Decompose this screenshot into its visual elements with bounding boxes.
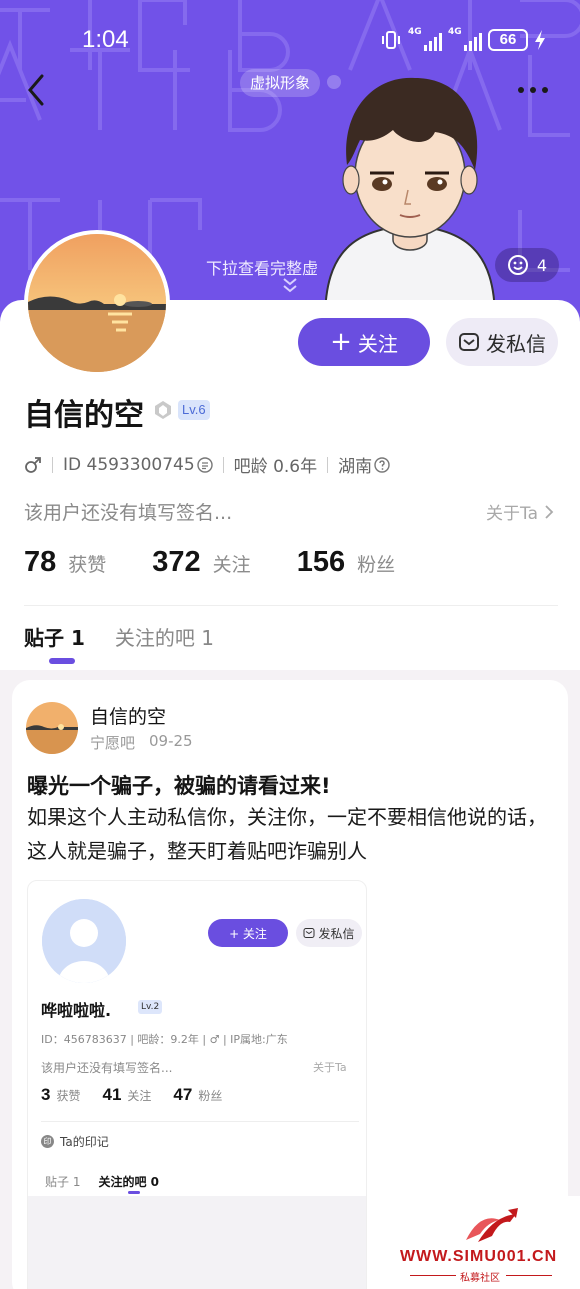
virtual-avatar-character[interactable] <box>315 70 505 320</box>
embed-signature: 该用户还没有填写签名... <box>41 1061 173 1075</box>
pull-hint: 下拉查看完整虚 <box>206 259 319 278</box>
default-avatar-icon <box>42 899 126 983</box>
follow-button[interactable]: + 关注 <box>298 318 430 366</box>
charging-icon <box>535 30 545 50</box>
post-author[interactable]: 自信的空 <box>90 702 166 729</box>
sunset-avatar-image <box>28 234 166 372</box>
mood-chip[interactable]: 4 <box>495 248 559 282</box>
signature-text: 该用户还没有填写签名... <box>24 502 233 524</box>
watermark-logo-icon <box>466 1208 518 1242</box>
embed-marks: 印 Ta的印记 <box>41 1133 109 1150</box>
profile-screen: 虚拟形象 下拉查看完整虚 4 1:04 4G 4G 66 + 关注 发私信 自信… <box>0 0 580 1289</box>
status-bar: 1:04 4G 4G 66 <box>0 0 580 78</box>
watermark-url: WWW.SIMU001.CN <box>400 1248 558 1265</box>
user-id: ID 4593300745 <box>63 454 195 475</box>
embed-meta: ID：456783637 | 吧龄：9.2年 | ♂ | IP属地:广东 <box>41 1033 288 1046</box>
help-icon[interactable] <box>374 456 390 473</box>
tab-indicator <box>49 658 75 664</box>
more-icon[interactable] <box>516 80 550 100</box>
embed-follow-button: + 关注 <box>208 919 288 947</box>
copy-icon[interactable] <box>196 456 213 473</box>
stat-followers[interactable]: 156 粉丝 <box>297 546 395 579</box>
stat-following[interactable]: 372 关注 <box>152 546 250 579</box>
back-icon[interactable] <box>20 70 54 110</box>
profile-tabs: 贴子 1 关注的吧 1 <box>24 622 214 651</box>
signal-icon-1: 4G <box>408 27 442 51</box>
signal-icon-2: 4G <box>448 27 482 51</box>
username: 自信的空 <box>24 398 144 433</box>
level-crown-icon <box>155 401 171 419</box>
chevron-down-icon <box>283 278 297 293</box>
watermark: WWW.SIMU001.CN 私募社区 <box>380 1196 580 1289</box>
mood-count: 4 <box>536 255 548 275</box>
embed-content-area <box>28 1196 366 1289</box>
embed-stats: 3 获赞 41 关注 47 粉丝 <box>41 1085 223 1104</box>
mail-icon <box>303 928 315 938</box>
post-author-avatar[interactable] <box>26 702 78 754</box>
battery-indicator: 66 <box>488 29 528 51</box>
embed-message-button: 发私信 <box>296 919 362 947</box>
stats-row: 78 获赞 372 关注 156 粉丝 <box>24 546 441 579</box>
embed-level-badge: Lv.2 <box>138 1000 163 1014</box>
chevron-right-icon <box>545 504 554 519</box>
tab-followed-bars[interactable]: 关注的吧 1 <box>115 622 214 651</box>
post-meta: 宁愿吧 09-25 <box>90 732 193 753</box>
post-date: 09-25 <box>149 732 193 750</box>
plus-icon: + <box>330 327 352 357</box>
about-link[interactable]: 关于Ta <box>486 499 554 524</box>
sunset-avatar-image <box>26 702 78 754</box>
tab-posts[interactable]: 贴子 1 <box>24 622 85 651</box>
status-time: 1:04 <box>82 26 129 53</box>
post-forum[interactable]: 宁愿吧 <box>90 732 135 753</box>
bar-age: 吧龄 0.6年 <box>233 457 318 477</box>
male-icon <box>25 456 41 473</box>
stat-likes[interactable]: 78 获赞 <box>24 546 106 579</box>
embed-tab-indicator <box>128 1191 140 1194</box>
level-badge: Lv.6 <box>178 400 210 420</box>
divider <box>24 605 558 606</box>
mail-icon <box>459 333 479 351</box>
message-button[interactable]: 发私信 <box>446 318 558 366</box>
avatar[interactable] <box>24 230 170 376</box>
embed-tabs: 贴子 1 关注的吧 0 <box>45 1175 159 1189</box>
post-title: 曝光一个骗子，被骗的请看过来! <box>27 774 331 798</box>
post-body: 如果这个人主动私信你，关注你，一定不要相信他说的话，这人就是骗子，整天盯着贴吧诈… <box>27 805 547 863</box>
embed-username: 哗啦啦啦. <box>41 1001 112 1020</box>
vibrate-icon <box>382 31 400 49</box>
profile-meta: ID 4593300745 吧龄 0.6年 湖南 <box>24 452 390 477</box>
embed-about: 关于Ta <box>313 1061 347 1074</box>
embed-divider <box>41 1121 359 1122</box>
smile-icon <box>507 255 528 275</box>
post-image[interactable]: + 关注 发私信 哗啦啦啦. Lv.2 ID：456783637 | 吧龄：9.… <box>27 880 367 1289</box>
watermark-sub: 私募社区 <box>460 1273 500 1284</box>
embed-avatar <box>42 899 126 983</box>
location: 湖南 <box>338 457 373 477</box>
seal-icon: 印 <box>41 1135 54 1148</box>
status-icons: 4G 4G 66 <box>380 26 546 54</box>
